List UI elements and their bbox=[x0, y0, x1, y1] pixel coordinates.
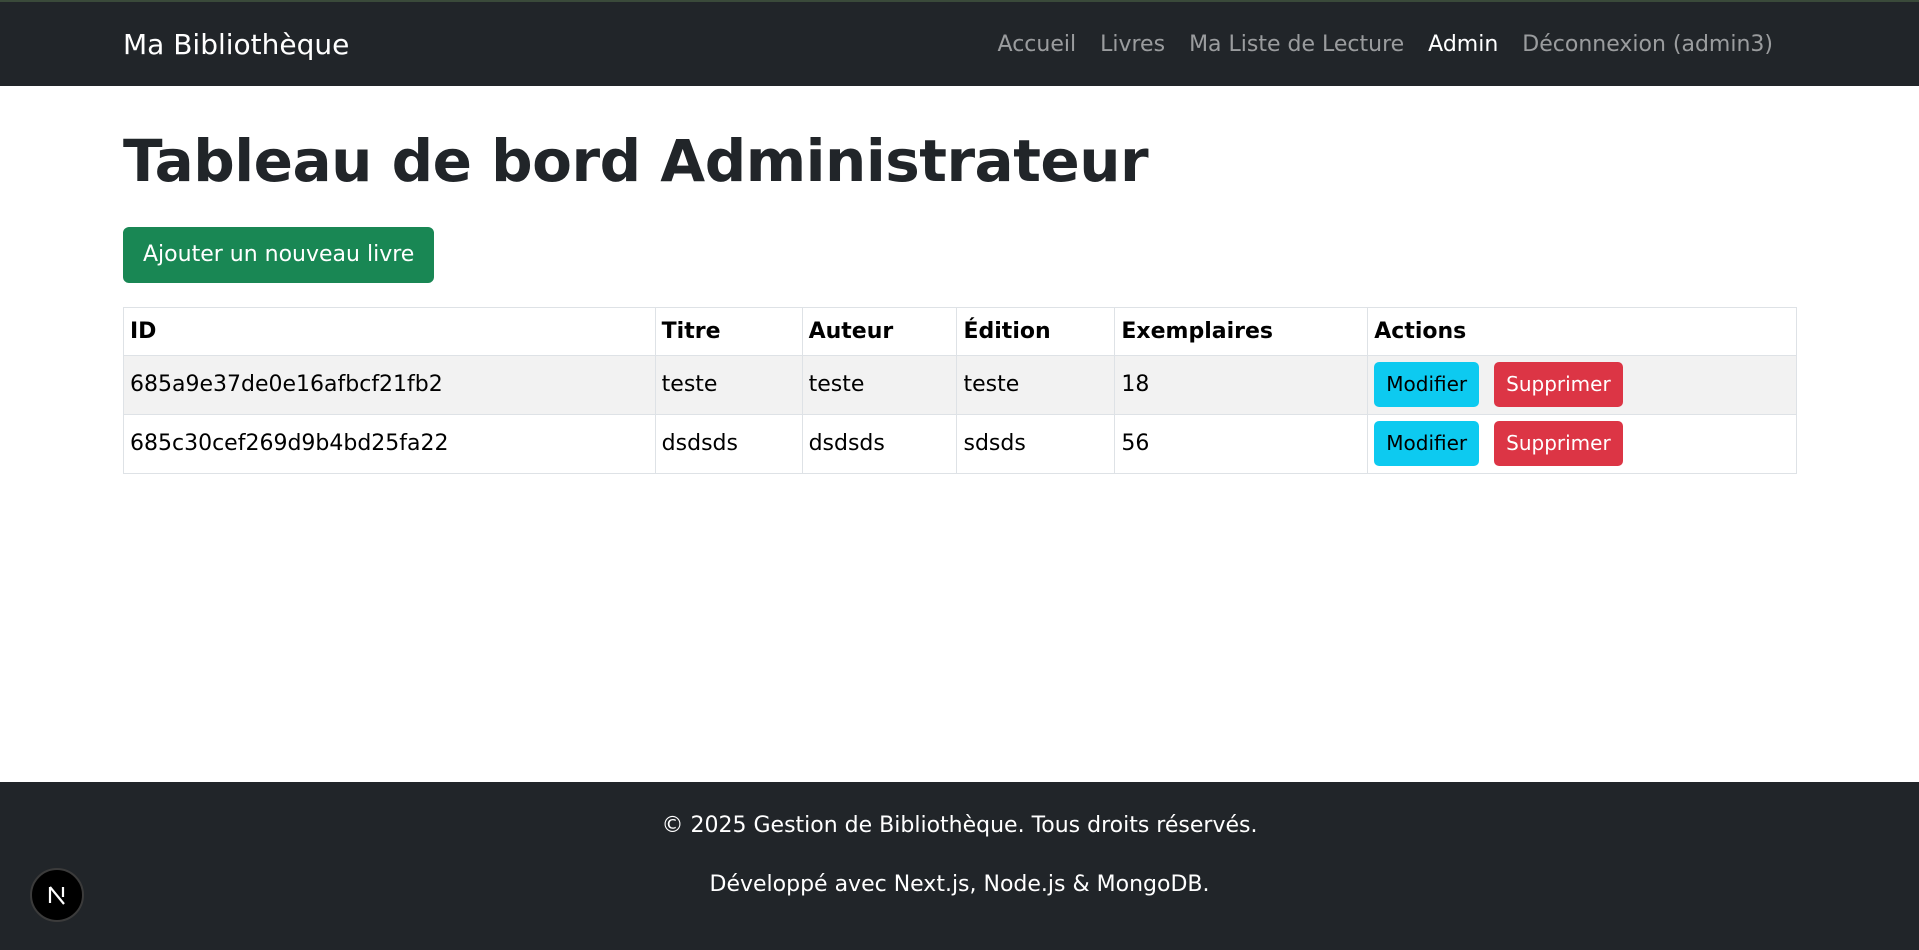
cell-actions: Modifier Supprimer bbox=[1367, 413, 1797, 474]
nav-link-accueil[interactable]: Accueil bbox=[986, 32, 1089, 57]
cell-id: 685c30cef269d9b4bd25fa22 bbox=[123, 413, 656, 474]
table-header-row: ID Titre Auteur Édition Exemplaires Acti… bbox=[123, 306, 1797, 356]
column-header-id: ID bbox=[123, 306, 656, 356]
nextjs-n-glyph bbox=[48, 886, 65, 905]
cell-title: dsdsds bbox=[654, 413, 803, 474]
delete-button[interactable]: Supprimer bbox=[1494, 362, 1623, 408]
column-header-edition: Édition bbox=[956, 306, 1116, 356]
cell-author: dsdsds bbox=[801, 413, 958, 474]
nextjs-logo-icon[interactable] bbox=[30, 868, 84, 922]
column-header-title: Titre bbox=[654, 306, 803, 356]
column-header-actions: Actions bbox=[1367, 306, 1797, 356]
cell-copies: 18 bbox=[1114, 354, 1369, 415]
navbar: Ma Bibliothèque Accueil Livres Ma Liste … bbox=[0, 0, 1919, 86]
column-header-copies: Exemplaires bbox=[1114, 306, 1369, 356]
table-row: 685a9e37de0e16afbcf21fb2 teste teste tes… bbox=[123, 354, 1797, 415]
main-content: Tableau de bord Administrateur Ajouter u… bbox=[0, 86, 1919, 782]
cell-edition: teste bbox=[956, 354, 1116, 415]
cell-copies: 56 bbox=[1114, 413, 1369, 474]
cell-author: teste bbox=[801, 354, 958, 415]
books-table: ID Titre Auteur Édition Exemplaires Acti… bbox=[123, 306, 1797, 474]
page-title: Tableau de bord Administrateur bbox=[123, 127, 1149, 195]
brand-link[interactable]: Ma Bibliothèque bbox=[123, 28, 349, 61]
edit-button[interactable]: Modifier bbox=[1374, 362, 1480, 408]
table-row: 685c30cef269d9b4bd25fa22 dsdsds dsdsds s… bbox=[123, 413, 1797, 474]
nav-link-livres[interactable]: Livres bbox=[1088, 32, 1177, 57]
nav-link-admin[interactable]: Admin bbox=[1416, 32, 1510, 57]
edit-button[interactable]: Modifier bbox=[1374, 421, 1480, 467]
nav-link-reading-list[interactable]: Ma Liste de Lecture bbox=[1177, 32, 1416, 57]
footer-tech-stack: Développé avec Next.js, Node.js & MongoD… bbox=[709, 871, 1210, 897]
nav-links: Accueil Livres Ma Liste de Lecture Admin… bbox=[986, 32, 1785, 57]
cell-title: teste bbox=[654, 354, 803, 415]
add-book-button[interactable]: Ajouter un nouveau livre bbox=[123, 226, 435, 283]
nav-link-logout[interactable]: Déconnexion (admin3) bbox=[1510, 32, 1785, 57]
footer-copyright: © 2025 Gestion de Bibliothèque. Tous dro… bbox=[661, 813, 1258, 838]
delete-button[interactable]: Supprimer bbox=[1494, 421, 1623, 467]
cell-id: 685a9e37de0e16afbcf21fb2 bbox=[123, 354, 656, 415]
page: Ma Bibliothèque Accueil Livres Ma Liste … bbox=[0, 0, 1919, 950]
cell-edition: sdsds bbox=[956, 413, 1116, 474]
cell-actions: Modifier Supprimer bbox=[1367, 354, 1797, 415]
column-header-author: Auteur bbox=[801, 306, 958, 356]
footer: © 2025 Gestion de Bibliothèque. Tous dro… bbox=[0, 782, 1919, 950]
